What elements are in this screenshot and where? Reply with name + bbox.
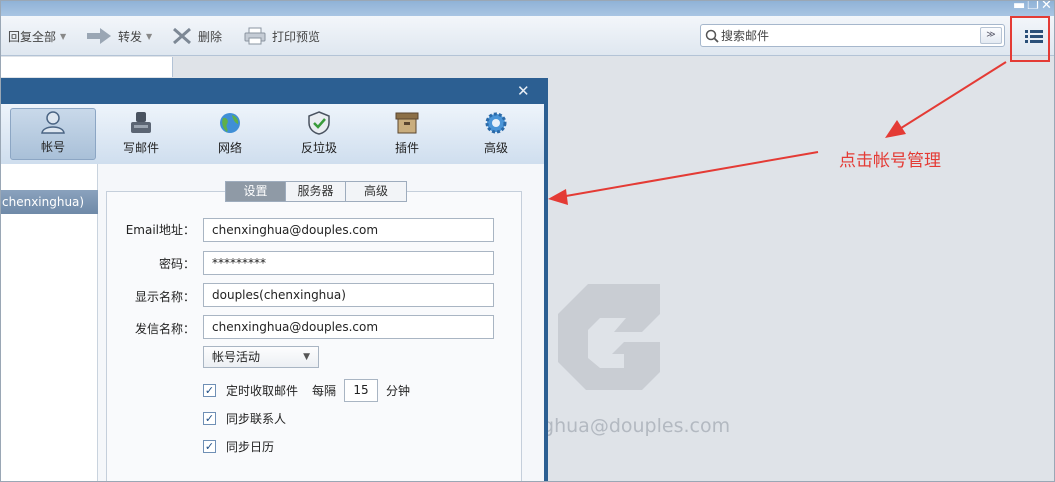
person-icon (41, 111, 65, 134)
delete-x-icon (173, 27, 191, 45)
account-status-select[interactable]: 帐号活动 ▼ (203, 346, 319, 368)
interval-input[interactable]: 15 (344, 378, 379, 402)
print-preview-label: 打印预览 (272, 29, 321, 44)
tab-label: 反垃圾 (300, 141, 337, 155)
tab-antispam[interactable]: 反垃圾 (276, 108, 362, 160)
tab-label: 网络 (217, 141, 242, 155)
mail-list-pane (0, 57, 173, 77)
tab-advanced[interactable]: 高级 (453, 108, 539, 160)
subtab-advanced[interactable]: 高级 (346, 182, 406, 201)
app-logo-watermark-icon (558, 284, 660, 390)
tab-label: 插件 (394, 141, 419, 155)
sender-name-field[interactable]: chenxinghua@douples.com (203, 315, 494, 339)
watermark-email: nghua@douples.com (530, 415, 731, 437)
sync-calendar-label: 同步日历 (226, 439, 275, 454)
tab-label: 帐号 (40, 140, 65, 154)
search-icon (705, 29, 719, 43)
sync-calendar-row: ✓ 同步日历 (203, 436, 274, 456)
subtab-settings[interactable]: 设置 (226, 182, 286, 201)
tab-label: 写邮件 (122, 141, 159, 155)
tab-network[interactable]: 网络 (187, 108, 273, 160)
sync-contacts-row: ✓ 同步联系人 (203, 408, 286, 428)
tab-plugins[interactable]: 插件 (364, 108, 450, 160)
sync-contacts-label: 同步联系人 (226, 411, 287, 426)
forward-label: 转发 (118, 29, 143, 44)
account-status-value: 帐号活动 (212, 350, 261, 364)
close-window-icon[interactable]: ✕ (1041, 0, 1052, 14)
display-name-label: 显示名称： (134, 290, 195, 304)
delete-label: 删除 (198, 29, 223, 44)
account-list: chenxinghua) (0, 164, 98, 482)
arrow-head-icon (885, 120, 906, 138)
sync-calendar-checkbox[interactable]: ✓ (203, 439, 216, 453)
box-icon (395, 112, 419, 134)
highlight-box (1010, 16, 1050, 62)
gear-icon (485, 112, 507, 134)
compose-icon (131, 112, 151, 133)
dialog-close-icon[interactable]: ✕ (517, 82, 530, 100)
password-field[interactable]: ********* (203, 251, 494, 275)
email-field[interactable]: chenxinghua@douples.com (203, 218, 494, 242)
scheduled-fetch-row: ✓ 定时收取邮件 每隔 15 分钟 (203, 378, 411, 402)
tab-compose[interactable]: 写邮件 (98, 108, 184, 160)
settings-subtabs: 设置 服务器 高级 (225, 181, 407, 202)
search-box[interactable]: ≫ (700, 24, 1005, 47)
shield-icon (308, 111, 330, 135)
forward-button[interactable]: 转发 ▼ (86, 16, 152, 56)
minute-label: 分钟 (386, 383, 411, 398)
restore-icon[interactable]: ❐ (1027, 0, 1039, 14)
chevron-down-icon: ▼ (303, 352, 310, 362)
forward-arrow-icon (87, 28, 111, 44)
settings-tab-bar: 帐号 写邮件 网络 反垃圾 插件 高级 (0, 104, 544, 164)
every-label: 每隔 (312, 383, 337, 398)
email-label: Email地址： (125, 223, 195, 237)
arrow-head-icon (548, 189, 568, 205)
annotation-label: 点击帐号管理 (839, 151, 941, 171)
scheduled-fetch-checkbox[interactable]: ✓ (203, 383, 216, 397)
globe-icon (220, 113, 240, 133)
window-titlebar: ▬ ❐ ✕ (0, 0, 1055, 16)
sync-contacts-checkbox[interactable]: ✓ (203, 411, 216, 425)
delete-button[interactable]: 删除 (172, 16, 222, 56)
sender-name-label: 发信名称： (134, 322, 195, 336)
minimize-icon[interactable]: ▬ (1013, 0, 1025, 14)
password-label: 密码： (158, 257, 195, 271)
search-options-dropdown[interactable]: ≫ (980, 27, 1002, 44)
reply-all-label: 回复全部 (8, 29, 57, 44)
reply-all-button[interactable]: 回复全部 ▼ (8, 16, 66, 56)
tab-label: 高级 (483, 141, 508, 155)
chevron-down-icon[interactable]: ▼ (146, 32, 152, 41)
subtab-server[interactable]: 服务器 (286, 182, 346, 201)
search-input[interactable] (721, 26, 976, 45)
tab-account[interactable]: 帐号 (10, 108, 96, 160)
print-preview-button[interactable]: 打印预览 (244, 16, 320, 56)
scheduled-fetch-label: 定时收取邮件 (226, 383, 299, 398)
chevron-down-icon[interactable]: ▼ (60, 32, 66, 41)
account-list-item[interactable]: chenxinghua) (0, 190, 98, 214)
printer-icon (244, 27, 266, 45)
display-name-field[interactable]: douples(chenxinghua) (203, 283, 494, 307)
